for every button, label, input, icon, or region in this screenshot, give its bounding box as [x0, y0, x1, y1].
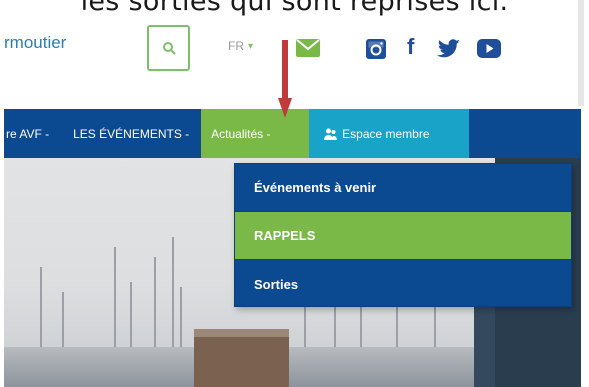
instagram-icon[interactable]	[366, 39, 386, 59]
main-navbar: re AVF - LES ÉVÉNEMENTS - Actualités - E…	[4, 109, 581, 158]
nav-item-label: re AVF -	[6, 126, 50, 141]
down-arrow-icon	[278, 40, 292, 118]
nav-item-label: Espace membre	[342, 126, 430, 141]
nav-item-avf[interactable]: re AVF -	[4, 109, 61, 158]
menu-item-label: Événements à venir	[254, 180, 377, 195]
users-icon	[324, 128, 338, 140]
menu-item-evenements-a-venir[interactable]: Événements à venir	[235, 164, 571, 212]
youtube-icon[interactable]	[477, 39, 501, 58]
twitter-icon[interactable]	[437, 39, 461, 59]
site-name-fragment[interactable]: rmoutier	[4, 33, 66, 53]
nav-item-label: LES ÉVÉNEMENTS -	[73, 126, 190, 141]
nav-item-espace-membre[interactable]: Espace membre	[309, 109, 470, 158]
language-selector[interactable]: FR ▾	[228, 39, 253, 53]
language-code: FR	[228, 39, 244, 53]
scrollbar-edge	[578, 0, 584, 106]
search-button[interactable]	[147, 25, 190, 71]
search-icon	[162, 42, 176, 55]
actualites-dropdown-menu: Événements à venir RAPPELS Sorties	[234, 163, 572, 307]
menu-item-rappels[interactable]: RAPPELS	[235, 212, 571, 260]
chevron-down-icon: ▾	[248, 40, 254, 52]
envelope-icon[interactable]	[296, 39, 320, 57]
nav-item-actualites[interactable]: Actualités -	[201, 109, 310, 158]
annotation-caption: les sorties qui sont reprises ici.	[80, 0, 509, 17]
nav-item-events[interactable]: LES ÉVÉNEMENTS -	[61, 109, 201, 158]
facebook-icon[interactable]: f	[407, 36, 414, 58]
menu-item-label: RAPPELS	[254, 228, 316, 243]
menu-item-sorties[interactable]: Sorties	[235, 260, 571, 308]
nav-item-label: Actualités -	[211, 126, 271, 141]
menu-item-label: Sorties	[254, 276, 299, 292]
